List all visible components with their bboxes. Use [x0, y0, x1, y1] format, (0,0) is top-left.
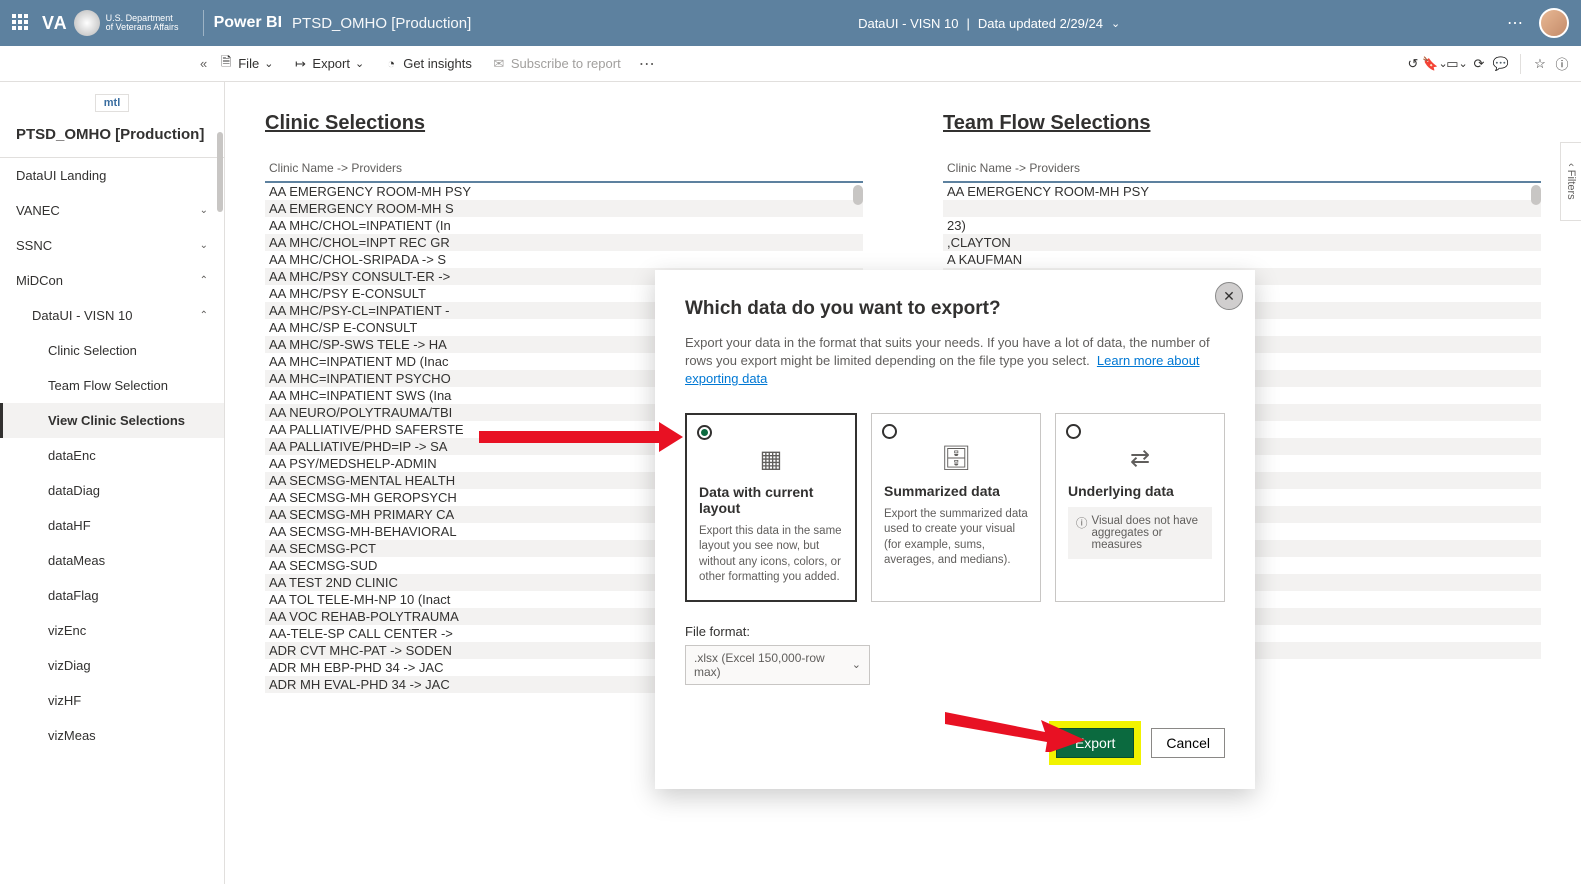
- bookmark-icon[interactable]: 🔖⌄: [1428, 57, 1442, 71]
- bulb-icon: ◔: [384, 57, 398, 71]
- cancel-button[interactable]: Cancel: [1151, 728, 1225, 758]
- close-dialog-button[interactable]: ✕: [1215, 282, 1243, 310]
- option-current-layout[interactable]: ▦ Data with current layout Export this d…: [685, 413, 857, 602]
- report-name: PTSD_OMHO [Production]: [292, 15, 471, 32]
- option-summarized[interactable]: 🗄 Summarized data Export the summarized …: [871, 413, 1041, 602]
- refresh-icon[interactable]: ⟳: [1472, 57, 1486, 71]
- subscribe-icon: ✉: [492, 57, 506, 71]
- info-icon[interactable]: ⓘ: [1555, 57, 1569, 71]
- file-format-label: File format:: [685, 624, 1225, 639]
- page-title-center: DataUI - VISN 10: [858, 16, 958, 31]
- nav-item[interactable]: Team Flow Selection: [0, 368, 224, 403]
- info-icon: ⓘ: [1076, 515, 1088, 551]
- report-toolbar: « 🗎 File⌄ ↦ Export⌄ ◔ Get insights ✉ Sub…: [0, 46, 1581, 82]
- underlying-note: ⓘVisual does not have aggregates or meas…: [1068, 507, 1212, 559]
- nav-item[interactable]: SSNC⌄: [0, 228, 224, 263]
- data-updated-label[interactable]: Data updated 2/29/24: [978, 16, 1103, 31]
- center-sep: |: [967, 16, 970, 31]
- table-row[interactable]: AA EMERGENCY ROOM-MH PSY: [943, 183, 1541, 200]
- app-launcher-icon[interactable]: [12, 14, 30, 32]
- table-row[interactable]: AA EMERGENCY ROOM-MH PSY: [265, 183, 863, 200]
- option-underlying[interactable]: ⇄ Underlying data ⓘVisual does not have …: [1055, 413, 1225, 602]
- team-table-header: Clinic Name -> Providers: [943, 155, 1541, 183]
- nav-sidebar: mtl PTSD_OMHO [Production] DataUI Landin…: [0, 82, 225, 884]
- nav-item[interactable]: Clinic Selection: [0, 333, 224, 368]
- file-icon: 🗎: [219, 57, 233, 71]
- table-row[interactable]: A KAUFMAN: [943, 251, 1541, 268]
- clinic-selections-heading: Clinic Selections: [265, 112, 863, 135]
- table-row[interactable]: AA MHC/CHOL=INPATIENT (In: [265, 217, 863, 234]
- table-row[interactable]: AA MHC/CHOL-SRIPADA -> S: [265, 251, 863, 268]
- nav-item[interactable]: DataUI Landing: [0, 158, 224, 193]
- nav-item[interactable]: dataEnc: [0, 438, 224, 473]
- radio-current-layout[interactable]: [697, 425, 712, 440]
- export-menu[interactable]: ↦ Export⌄: [285, 52, 372, 75]
- view-icon[interactable]: ▭⌄: [1450, 57, 1464, 71]
- chevron-down-icon[interactable]: ⌄: [1111, 17, 1120, 30]
- nav-item[interactable]: dataMeas: [0, 543, 224, 578]
- reset-icon[interactable]: ↺: [1406, 57, 1420, 71]
- nav-item[interactable]: VANEC⌄: [0, 193, 224, 228]
- sidebar-title: PTSD_OMHO [Production]: [0, 118, 224, 158]
- export-data-dialog: ✕ Which data do you want to export? Expo…: [655, 270, 1255, 789]
- radio-summarized[interactable]: [882, 424, 897, 439]
- export-button[interactable]: Export: [1056, 728, 1134, 758]
- report-canvas: Clinic Selections Clinic Name -> Provide…: [225, 82, 1581, 884]
- nav-item[interactable]: View Clinic Selections: [0, 403, 224, 438]
- clinic-table-header: Clinic Name -> Providers: [265, 155, 863, 183]
- team-flow-heading: Team Flow Selections: [943, 112, 1541, 135]
- more-options-icon[interactable]: ⋯: [1507, 13, 1525, 33]
- va-logo: VA: [42, 13, 68, 34]
- radio-underlying[interactable]: [1066, 424, 1081, 439]
- insights-button[interactable]: ◔ Get insights: [376, 52, 480, 75]
- nav-item[interactable]: MiDCon⌃: [0, 263, 224, 298]
- sidebar-scrollbar[interactable]: [217, 132, 223, 212]
- table-row[interactable]: AA EMERGENCY ROOM-MH S: [265, 200, 863, 217]
- mtl-logo: mtl: [95, 94, 130, 112]
- user-avatar[interactable]: [1539, 8, 1569, 38]
- table-row[interactable]: AA MHC/CHOL=INPT REC GR: [265, 234, 863, 251]
- table-icon: ▦: [699, 445, 843, 474]
- app-name[interactable]: Power BI: [214, 14, 282, 32]
- nav-item[interactable]: dataFlag: [0, 578, 224, 613]
- nav-item[interactable]: vizMeas: [0, 718, 224, 753]
- export-highlight: Export: [1049, 721, 1141, 765]
- dept-label: U.S. Departmentof Veterans Affairs: [106, 14, 179, 32]
- nav-item[interactable]: dataDiag: [0, 473, 224, 508]
- export-icon: ↦: [293, 57, 307, 71]
- app-topbar: VA U.S. Departmentof Veterans Affairs Po…: [0, 0, 1581, 46]
- table-row[interactable]: [943, 200, 1541, 217]
- table-row[interactable]: ,CLAYTON: [943, 234, 1541, 251]
- nav-item[interactable]: vizHF: [0, 683, 224, 718]
- comment-icon[interactable]: 💬: [1494, 57, 1508, 71]
- subscribe-button: ✉ Subscribe to report: [484, 52, 629, 75]
- toolbar-more-icon[interactable]: ⋯: [639, 54, 657, 74]
- dialog-body: Export your data in the format that suit…: [685, 334, 1225, 389]
- table-row[interactable]: 23): [943, 217, 1541, 234]
- chevron-down-icon: ⌄: [852, 658, 861, 671]
- nav-item[interactable]: vizEnc: [0, 613, 224, 648]
- filters-pane-toggle[interactable]: ‹ Filters: [1560, 142, 1581, 221]
- team-scrollbar[interactable]: [1531, 183, 1541, 676]
- nav-item[interactable]: dataHF: [0, 508, 224, 543]
- file-format-select[interactable]: .xlsx (Excel 150,000-row max)⌄: [685, 645, 870, 685]
- dialog-title: Which data do you want to export?: [685, 298, 1225, 320]
- relations-icon: ⇄: [1068, 444, 1212, 473]
- star-icon[interactable]: ☆: [1533, 57, 1547, 71]
- file-menu[interactable]: 🗎 File⌄: [211, 52, 281, 75]
- divider: [203, 10, 204, 36]
- nav-item[interactable]: DataUI - VISN 10⌃: [0, 298, 224, 333]
- nav-item[interactable]: vizDiag: [0, 648, 224, 683]
- database-icon: 🗄: [884, 444, 1028, 473]
- chevron-left-icon: ‹: [1565, 163, 1577, 167]
- collapse-nav-icon[interactable]: «: [200, 56, 207, 71]
- va-seal-icon: [74, 10, 100, 36]
